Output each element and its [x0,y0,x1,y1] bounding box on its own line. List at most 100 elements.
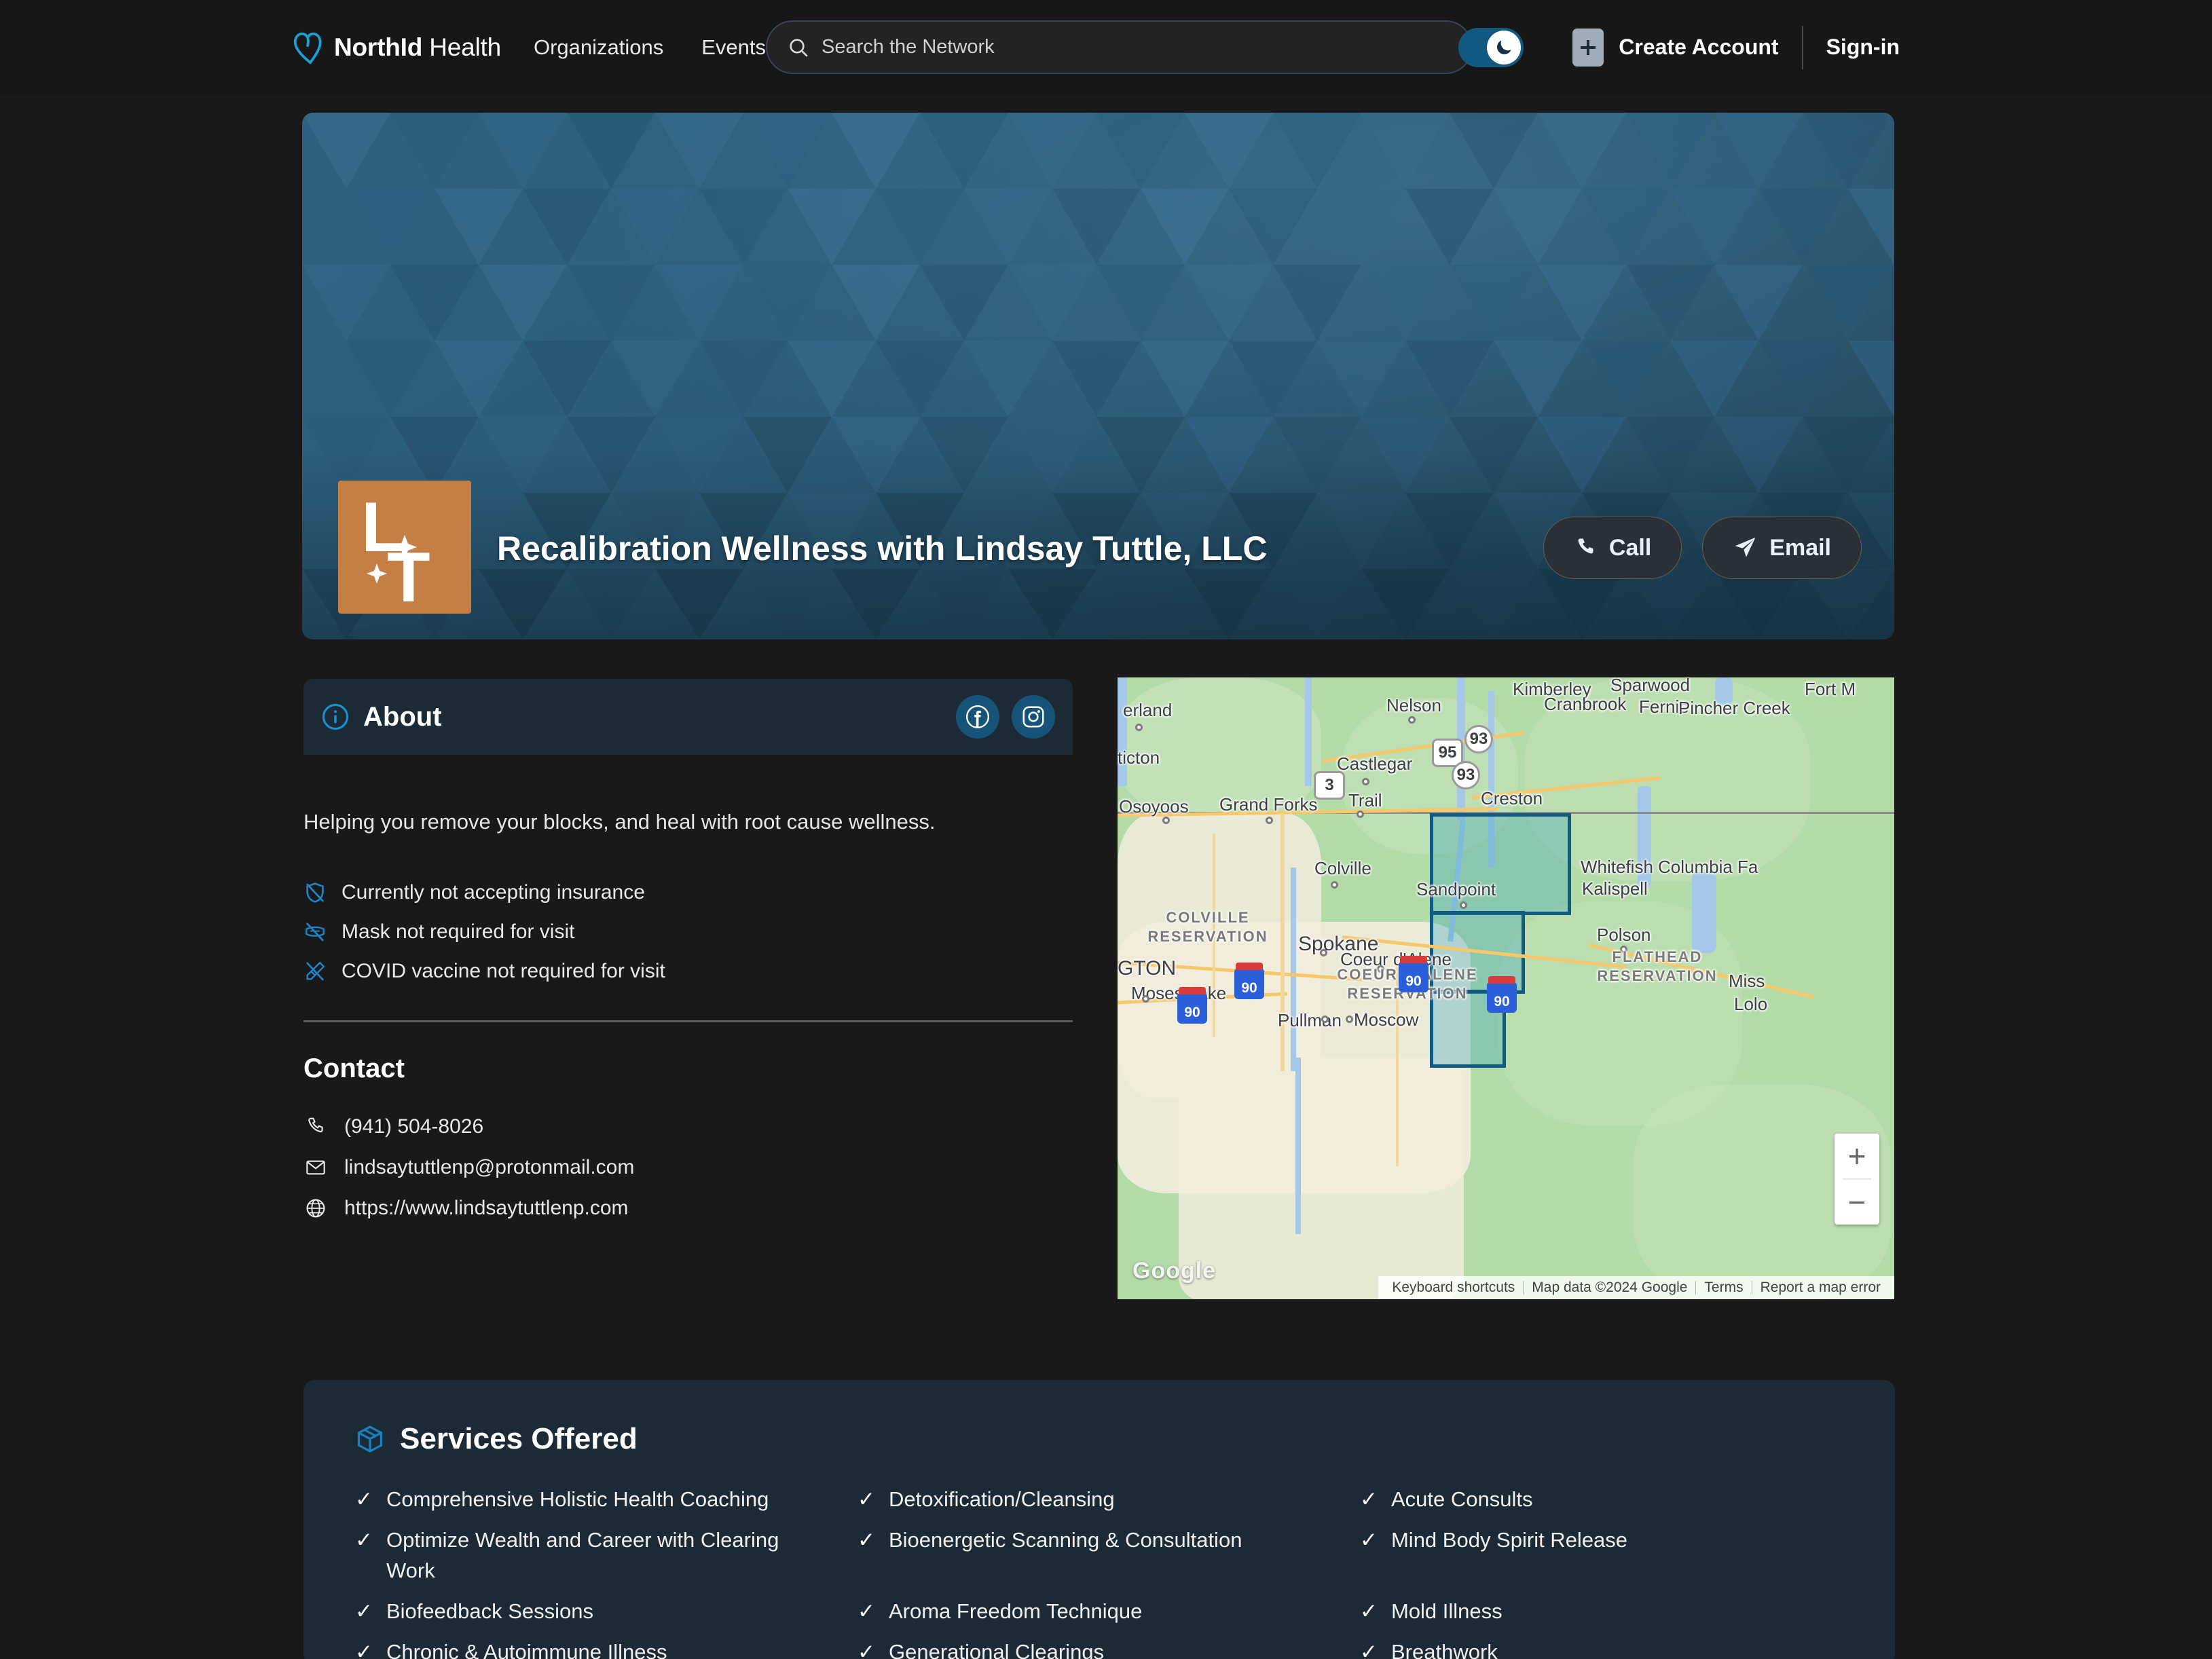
check-icon: ✓ [858,1527,875,1552]
service-item: ✓ Acute Consults [1360,1485,1862,1515]
service-label: Generational Clearings [888,1639,1105,1659]
hero-actions: Call Email [1543,517,1862,579]
service-label: Detoxification/Cleansing [888,1487,1115,1511]
map-zoom-controls[interactable]: + − [1835,1134,1879,1225]
map-keyboard-shortcuts[interactable]: Keyboard shortcuts [1384,1280,1523,1296]
check-icon: ✓ [355,1599,373,1623]
contact-email: lindsaytuttlenp@protonmail.com [344,1156,635,1178]
map-label: Castlegar [1337,753,1413,774]
map-label: Moscow [1354,1009,1419,1030]
badge-label: COVID vaccine not required for visit [342,959,665,982]
map-zoom-in-button[interactable]: + [1835,1134,1879,1178]
nav-link-events[interactable]: Events [701,35,766,60]
sign-in-button[interactable]: Sign-in [1826,35,1900,60]
map-city-dot [1362,778,1369,785]
check-icon: ✓ [1360,1599,1378,1623]
badge-mask: Mask not required for visit [303,920,1077,944]
phone-icon [308,1117,323,1133]
about-body: Helping you remove your blocks, and heal… [303,808,1077,983]
map-label: Columbia Fa [1658,857,1758,877]
service-label: Biofeedback Sessions [386,1599,594,1623]
map-city-dot [1357,810,1364,818]
contact-email-row[interactable]: lindsaytuttlenp@protonmail.com [305,1156,634,1179]
logo-letters: L T [361,488,430,617]
contact-title: Contact [303,1054,405,1083]
services-header: Services Offered [355,1422,1843,1456]
map-label: Pincher Creek [1678,698,1790,718]
check-icon: ✓ [1360,1639,1378,1659]
facebook-button[interactable] [956,695,999,739]
email-button[interactable]: Email [1702,517,1862,579]
check-icon: ✓ [858,1639,875,1659]
contact-phone-row[interactable]: (941) 504-8026 [305,1115,634,1138]
service-item: ✓ Biofeedback Sessions [355,1597,858,1627]
brand-name-light: Health [422,33,501,61]
map-label: Fort M [1805,679,1856,699]
map-label: Polson [1597,925,1651,945]
map-attribution-bar: Keyboard shortcuts Map data ©2024 Google… [1378,1276,1894,1299]
map-zoom-out-button[interactable]: − [1835,1180,1879,1225]
brand-logo[interactable]: NorthId Health [291,29,501,67]
info-icon [322,703,349,730]
check-icon: ✓ [355,1639,373,1659]
map-water [1118,677,1127,786]
map-city-dot [1320,949,1327,956]
map-water [1692,872,1716,953]
moon-icon [1497,39,1511,54]
search-input[interactable] [822,36,1419,58]
hero-banner: L T Recalibration Wellness with Lindsay … [302,113,1894,639]
service-item: ✓ Breathwork [1360,1637,1862,1659]
page-root: NorthId Health Organizations Events Sear… [0,0,2212,1659]
service-label: Comprehensive Holistic Health Coaching [386,1487,769,1511]
email-label: Email [1769,534,1831,561]
map-label: GTON [1118,957,1177,980]
service-item: ✓ Generational Clearings [858,1637,1360,1659]
map-terms-link[interactable]: Terms [1696,1280,1751,1296]
nav-link-organizations[interactable]: Organizations [534,35,663,60]
services-column-2: ✓ Detoxification/Cleansing ✓ Bioenergeti… [858,1485,1360,1659]
map-water [1305,677,1312,786]
organization-title: Recalibration Wellness with Lindsay Tutt… [497,529,1268,567]
map-label: Miss [1729,971,1765,991]
map-city-dot [1331,881,1338,889]
call-button[interactable]: Call [1543,517,1682,579]
about-description: Helping you remove your blocks, and heal… [303,810,936,834]
social-links [956,695,1055,739]
check-icon: ✓ [1360,1527,1378,1552]
brand-text: NorthId Health [334,33,501,62]
call-label: Call [1608,534,1652,561]
shield-off-icon [306,882,324,903]
service-item: ✓ Mind Body Spirit Release [1360,1525,1862,1556]
contact-website-row[interactable]: https://www.lindsaytuttlenp.com [305,1197,634,1220]
map-route-shield: 93 [1464,725,1493,753]
search-bar[interactable] [766,20,1473,74]
map-label: Kalispell [1582,878,1648,899]
map-city-dot [1321,1015,1329,1023]
map-label: Whitefish [1581,857,1653,877]
create-account-button[interactable]: Create Account [1572,28,1779,67]
location-map[interactable]: erland ticton Osoyoos Grand Forks Nelson… [1118,677,1894,1299]
services-offered-card: Services Offered ✓ Comprehensive Holisti… [303,1380,1895,1659]
badge-label: Mask not required for visit [342,920,575,943]
service-label: Bioenergetic Scanning & Consultation [888,1527,1242,1552]
facebook-icon [965,705,990,729]
map-label: Creston [1481,788,1543,808]
map-city-dot [1162,817,1170,824]
send-icon [1735,538,1756,557]
create-account-label: Create Account [1619,35,1779,59]
about-title: About [363,701,442,732]
dark-mode-toggle[interactable] [1458,27,1524,67]
map-water [1291,868,1296,1071]
check-icon: ✓ [1360,1487,1378,1511]
map-label: Sandpoint [1416,879,1496,899]
globe-icon [306,1199,325,1218]
brand-name-bold: NorthId [334,33,423,61]
instagram-button[interactable] [1012,695,1055,739]
map-report-error-link[interactable]: Report a map error [1752,1280,1889,1296]
map-interstate-shield: 90 [1234,963,1264,999]
map-label: Sparwood [1610,677,1691,695]
service-label: Acute Consults [1390,1487,1533,1511]
check-icon: ✓ [858,1487,875,1511]
map-label: Grand Forks [1219,794,1318,815]
plus-icon [1572,28,1604,67]
